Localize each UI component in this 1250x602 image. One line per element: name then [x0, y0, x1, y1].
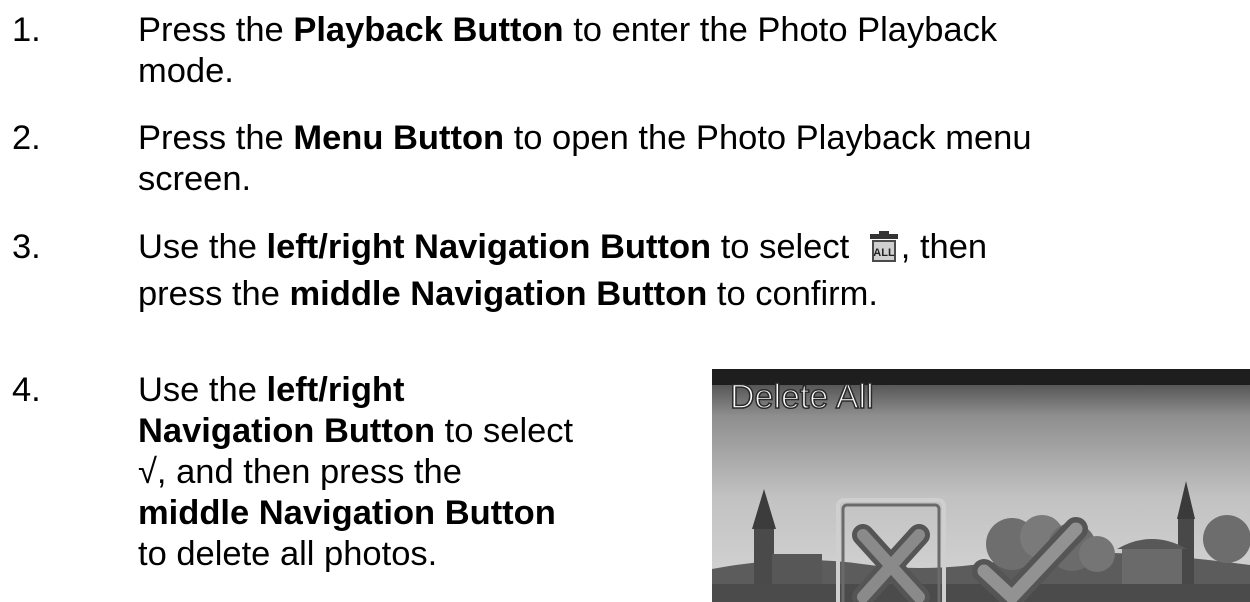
step-text: Use the left/right Navigation Button to … [138, 370, 573, 575]
svg-text:ALL: ALL [873, 247, 895, 259]
line: Press the Menu Button to open the Photo … [138, 119, 1032, 157]
step-number: 4. [12, 371, 41, 409]
cancel-x-icon[interactable] [835, 497, 947, 602]
playback-button-label: Playback Button [293, 11, 564, 49]
line: middle Navigation Button [138, 493, 573, 534]
delete-all-icon: ALL [867, 230, 901, 274]
line: to delete all photos. [138, 535, 438, 573]
menu-button-label: Menu Button [293, 119, 505, 157]
line: Use the left/right Navigation Button to … [138, 227, 987, 274]
step-number: 3. [12, 228, 41, 266]
step-4: 4. Use the left/right Navigation Button … [0, 370, 712, 602]
navigation-button-label: Navigation Button [138, 412, 436, 450]
confirm-check-icon[interactable] [964, 509, 1094, 602]
step-text: Press the Menu Button to open the Photo … [138, 118, 1032, 200]
line: Press the Playback Button to enter the P… [138, 11, 998, 49]
line: Navigation Button to select [138, 412, 574, 450]
middle-navigation-button-label: middle Navigation Button [138, 494, 556, 532]
line: Use the left/right [138, 371, 405, 409]
screen-title: Delete All [729, 377, 874, 417]
step-1: 1. Press the Playback Button to enter th… [0, 10, 1250, 100]
left-right-label: left/right [266, 371, 405, 409]
line: mode. [138, 52, 234, 90]
middle-navigation-button-label: middle Navigation Button [289, 275, 708, 313]
step-text: Press the Playback Button to enter the P… [138, 10, 997, 92]
line: press the middle Navigation Button to co… [138, 275, 878, 313]
delete-all-screen: Delete All [712, 369, 1250, 602]
step-3: 3. Use the left/right Navigation Button … [0, 227, 1250, 317]
line: √, and then press the [138, 453, 462, 491]
line: screen. [138, 160, 252, 198]
step-number: 2. [12, 119, 41, 157]
step-2: 2. Press the Menu Button to open the Pho… [0, 118, 1250, 208]
step-number: 1. [12, 11, 41, 49]
left-right-navigation-button-label: left/right Navigation Button [266, 228, 712, 266]
step-text: Use the left/right Navigation Button to … [138, 227, 987, 315]
